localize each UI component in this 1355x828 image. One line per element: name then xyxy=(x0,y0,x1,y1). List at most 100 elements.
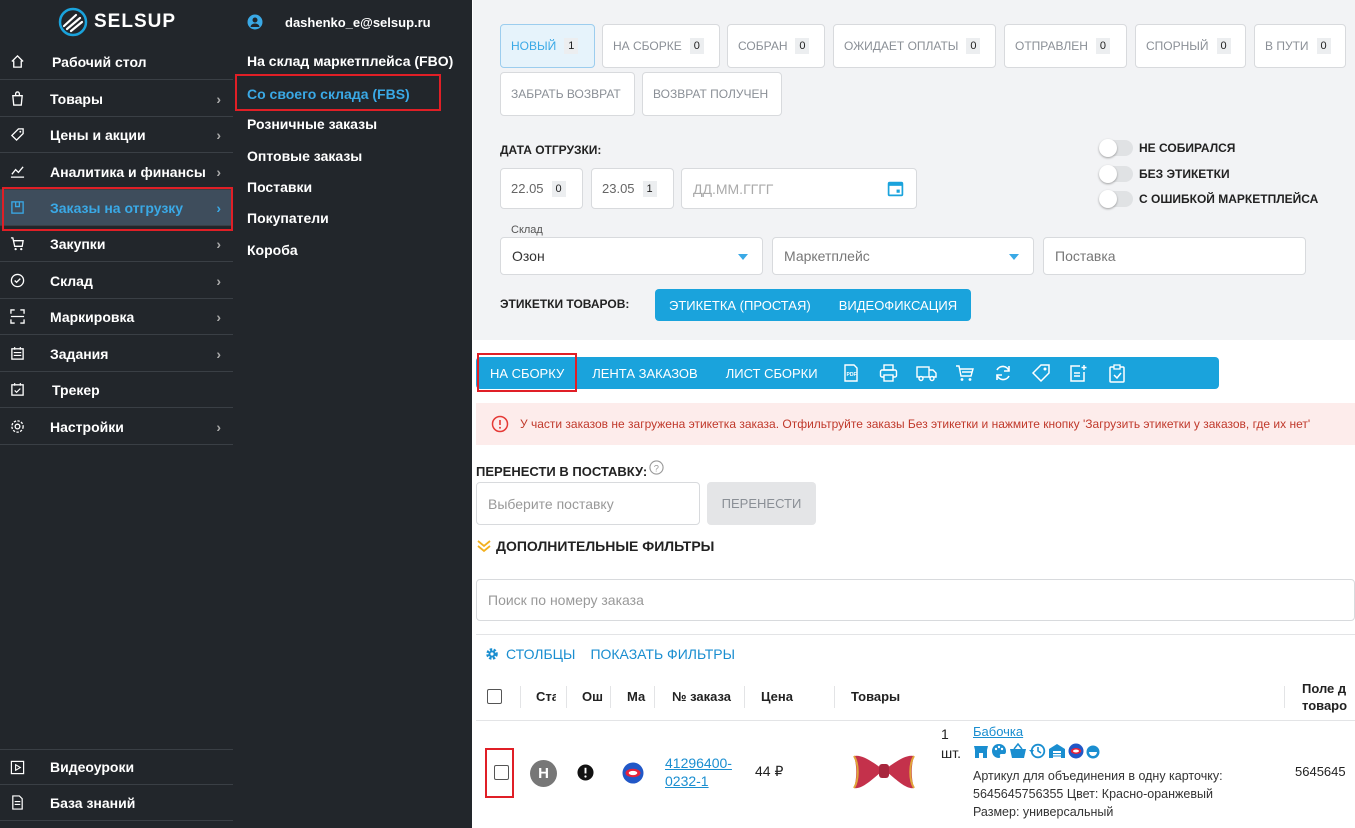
sidebar-item-prices[interactable]: Цены и акции › xyxy=(0,117,233,153)
pdf-icon[interactable]: PDF xyxy=(832,364,870,382)
column-header-order-number[interactable]: № заказа xyxy=(672,689,731,704)
sidebar-item-purchases[interactable]: Закупки › xyxy=(0,226,233,262)
date-chip-2[interactable]: 23.05 1 xyxy=(591,168,674,209)
sidebar-item-warehouse[interactable]: Склад › xyxy=(0,263,233,299)
toggle-switch[interactable] xyxy=(1099,190,1133,208)
status-filter-sent[interactable]: ОТПРАВЛЕН 0 xyxy=(1004,24,1127,68)
cart-icon[interactable] xyxy=(946,364,984,382)
basket-icon[interactable] xyxy=(1009,743,1027,759)
user-account[interactable]: dashenko_e@selsup.ru xyxy=(247,14,431,30)
sidebar-item-marking[interactable]: Маркировка › xyxy=(0,299,233,335)
move-button[interactable]: ПЕРЕНЕСТИ xyxy=(707,482,816,525)
column-header-price[interactable]: Цена xyxy=(761,689,793,704)
status-filter-assembling[interactable]: НА СБОРКЕ 0 xyxy=(602,24,720,68)
move-to-supply-label: ПЕРЕНЕСТИ В ПОСТАВКУ: xyxy=(476,464,648,479)
sidebar-item-products[interactable]: Товары › xyxy=(0,81,233,117)
sidebar-item-tasks[interactable]: Задания › xyxy=(0,336,233,372)
tab-pick-list[interactable]: ЛИСТ СБОРКИ xyxy=(712,366,832,381)
order-search-input[interactable]: Поиск по номеру заказа xyxy=(476,579,1355,621)
sidebar-item-tracker[interactable]: Трекер xyxy=(0,372,233,408)
add-note-icon[interactable] xyxy=(1060,364,1098,383)
status-filter-collected[interactable]: СОБРАН 0 xyxy=(727,24,825,68)
supply-input[interactable]: Поставка xyxy=(1043,237,1306,275)
toggle-switch[interactable] xyxy=(1099,139,1133,157)
product-name-link[interactable]: Бабочка xyxy=(973,724,1023,739)
video-recording-button[interactable]: ВИДЕОФИКСАЦИЯ xyxy=(825,298,971,313)
column-header-marketplace[interactable]: Ма xyxy=(627,689,645,704)
submenu-item-wholesale[interactable]: Оптовые заказы xyxy=(247,148,362,164)
sidebar-item-label: Склад xyxy=(50,272,93,289)
column-header-products[interactable]: Товары xyxy=(851,689,900,704)
status-filter-in-transit[interactable]: В ПУТИ 0 xyxy=(1254,24,1346,68)
sidebar-item-analytics[interactable]: Аналитика и финансы › xyxy=(0,154,233,190)
label-icon[interactable] xyxy=(1022,363,1060,383)
sidebar-item-knowledge-base[interactable]: База знаний xyxy=(0,785,233,821)
submenu-item-supplies[interactable]: Поставки xyxy=(247,179,312,195)
shipment-date-input[interactable]: ДД.ММ.ГГГГ xyxy=(681,168,917,209)
column-separator xyxy=(520,686,521,708)
sidebar-item-desktop[interactable]: Рабочий стол xyxy=(0,44,233,80)
status-filter-return-received[interactable]: ВОЗВРАТ ПОЛУЧЕН xyxy=(642,72,782,116)
sidebar-item-videos[interactable]: Видеоуроки xyxy=(0,749,233,785)
gear-icon[interactable] xyxy=(485,647,499,661)
submenu-item-boxes[interactable]: Короба xyxy=(247,242,298,258)
help-icon[interactable]: ? xyxy=(649,460,664,475)
select-all-checkbox[interactable] xyxy=(487,689,502,704)
filters-panel: НОВЫЙ 1 НА СБОРКЕ 0 СОБРАН 0 ОЖИДАЕТ ОПЛАТЫ… xyxy=(473,0,1355,340)
toggle-marketplace-error[interactable]: С ОШИБКОЙ МАРКЕТПЛЕЙСА xyxy=(1099,190,1318,208)
calendar-icon[interactable] xyxy=(887,180,904,197)
sidebar-item-label: Рабочий стол xyxy=(52,53,147,70)
document-icon xyxy=(9,794,26,811)
row-checkbox[interactable] xyxy=(494,765,509,780)
check-circle-icon xyxy=(9,272,26,289)
refresh-icon[interactable] xyxy=(984,364,1022,382)
history-icon[interactable] xyxy=(1029,743,1046,759)
logo[interactable]: SELSUP xyxy=(58,6,178,38)
submenu-item-fbs[interactable]: Со своего склада (FBS) xyxy=(247,86,410,102)
cart-icon xyxy=(9,235,26,252)
status-filter-pick-return[interactable]: ЗАБРАТЬ ВОЗВРАТ xyxy=(500,72,635,116)
status-filter-awaiting-payment[interactable]: ОЖИДАЕТ ОПЛАТЫ 0 xyxy=(833,24,996,68)
extra-filters-label: ДОПОЛНИТЕЛЬНЫЕ ФИЛЬТРЫ xyxy=(496,538,715,554)
submenu-item-buyers[interactable]: Покупатели xyxy=(247,210,329,226)
column-separator xyxy=(566,686,567,708)
palette-icon[interactable] xyxy=(991,743,1007,759)
tab-to-assembly[interactable]: НА СБОРКУ xyxy=(476,366,578,381)
submenu-item-retail[interactable]: Розничные заказы xyxy=(247,116,377,132)
date-chip-1[interactable]: 22.05 0 xyxy=(500,168,583,209)
status-label: В ПУТИ xyxy=(1265,39,1309,53)
chevron-right-icon: › xyxy=(216,90,221,107)
calendar-check-icon xyxy=(9,381,26,398)
show-filters-button[interactable]: ПОКАЗАТЬ ФИЛЬТРЫ xyxy=(590,646,735,662)
tab-orders-feed[interactable]: ЛЕНТА ЗАКАЗОВ xyxy=(578,366,712,381)
clipboard-icon[interactable] xyxy=(1098,363,1136,383)
status-label: ВОЗВРАТ ПОЛУЧЕН xyxy=(653,87,769,101)
column-header-status[interactable]: Ста xyxy=(536,689,556,704)
product-thumbnail[interactable] xyxy=(851,750,917,794)
columns-button[interactable]: СТОЛБЦЫ xyxy=(506,646,575,662)
supply-choose-input[interactable]: Выберите поставку xyxy=(476,482,700,525)
table-row[interactable]: Н 41296400- 0232-1 44 ₽ 1 шт. Бабочка Ар… xyxy=(476,722,1355,826)
column-header-product-field[interactable]: Поле д товаро xyxy=(1302,680,1355,714)
warehouse-icon[interactable] xyxy=(1048,743,1066,759)
simple-label-button[interactable]: ЭТИКЕТКА (ПРОСТАЯ) xyxy=(655,298,825,313)
sidebar-item-label: База знаний xyxy=(50,794,136,811)
extra-filters-toggle[interactable]: ДОПОЛНИТЕЛЬНЫЕ ФИЛЬТРЫ xyxy=(476,538,714,554)
truck-icon[interactable] xyxy=(908,364,946,382)
toggle-not-assembled[interactable]: НЕ СОБИРАЛСЯ xyxy=(1099,139,1235,157)
warehouse-select[interactable]: Озон xyxy=(500,237,763,275)
column-header-error[interactable]: Ош xyxy=(582,689,603,704)
sidebar-item-settings[interactable]: Настройки › xyxy=(0,409,233,445)
orders-table-header: Ста Ош Ма № заказа Цена Товары Поле д то… xyxy=(476,674,1355,721)
store-icon[interactable] xyxy=(973,743,989,759)
sidebar-item-label: Трекер xyxy=(52,381,100,398)
submenu-item-fbo[interactable]: На склад маркетплейса (FBO) xyxy=(247,53,453,69)
printer-icon[interactable] xyxy=(870,364,908,382)
marketplace-select[interactable]: Маркетплейс xyxy=(772,237,1034,275)
toggle-switch[interactable] xyxy=(1099,165,1133,183)
status-filter-disputed[interactable]: СПОРНЫЙ 0 xyxy=(1135,24,1246,68)
sidebar-item-orders[interactable]: Заказы на отгрузку › xyxy=(0,190,233,226)
status-filter-new[interactable]: НОВЫЙ 1 xyxy=(500,24,595,68)
toggle-no-label[interactable]: БЕЗ ЭТИКЕТКИ xyxy=(1099,165,1230,183)
order-number-link[interactable]: 41296400- 0232-1 xyxy=(665,754,732,790)
